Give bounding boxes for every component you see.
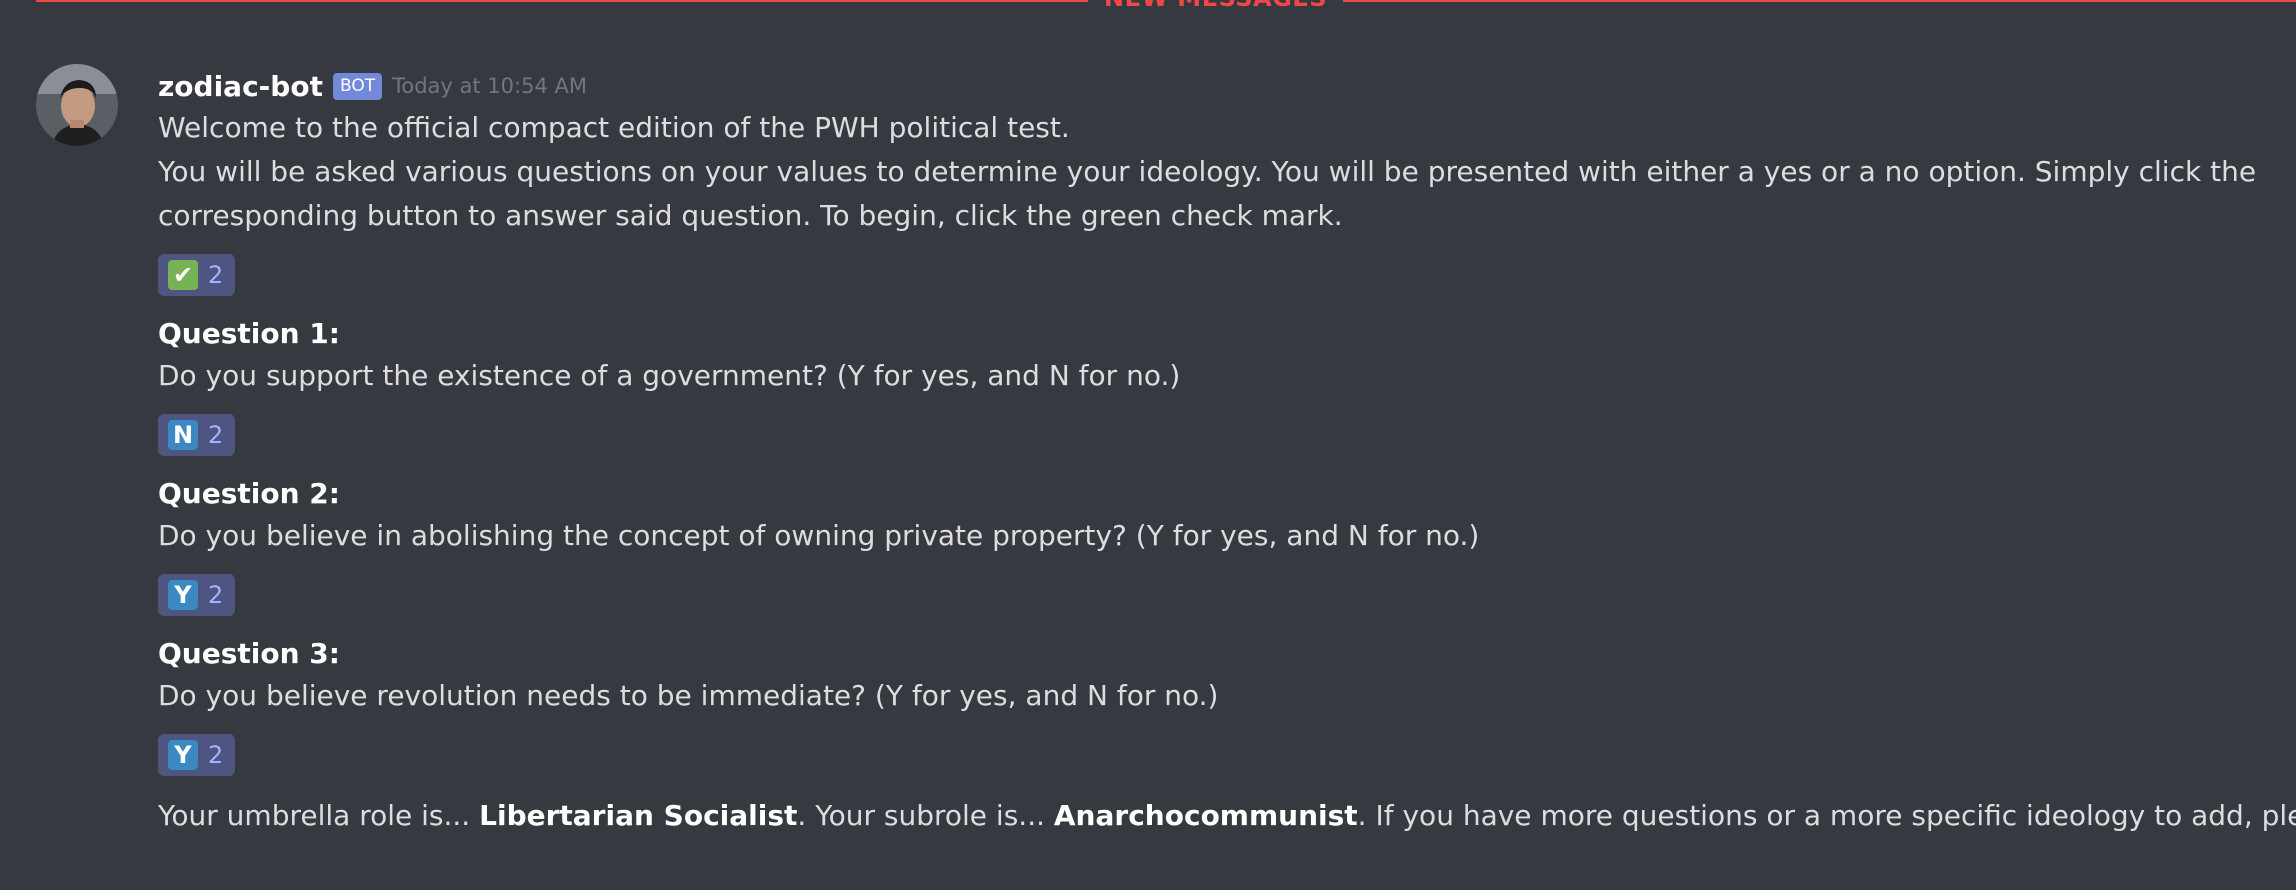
reaction-count: 2: [208, 261, 224, 289]
question-3-title: Question 3:: [158, 637, 340, 670]
result-suffix: . If you have more questions or a more s…: [1357, 799, 2296, 832]
new-messages-label: NEW MESSAGES: [1088, 0, 1344, 12]
author-name[interactable]: zodiac-bot: [158, 70, 323, 103]
intro-line-1: Welcome to the official compact edition …: [158, 111, 1070, 144]
avatar[interactable]: [36, 64, 118, 146]
question-1-title: Question 1:: [158, 317, 340, 350]
question-2-text: Do you believe in abolishing the concept…: [158, 519, 1480, 552]
regional-y-icon: Y: [168, 580, 198, 610]
message-timestamp: Today at 10:54 AM: [392, 74, 587, 98]
check-mark-icon: ✔: [168, 260, 198, 290]
subrole: Anarchocommunist: [1053, 799, 1358, 832]
reaction-y[interactable]: Y 2: [158, 574, 236, 616]
result-text: Your umbrella role is... Libertarian Soc…: [158, 794, 2296, 838]
bot-badge: BOT: [332, 72, 383, 100]
chat-viewport: NEW MESSAGES zodiac-bot BOT Today at 10:…: [0, 0, 2296, 890]
message: zodiac-bot BOT Today at 10:54 AM Welcome…: [158, 66, 2296, 838]
question-2-title: Question 2:: [158, 477, 340, 510]
reaction-count: 2: [208, 741, 224, 769]
question-3-text: Do you believe revolution needs to be im…: [158, 679, 1219, 712]
result-prefix: Your umbrella role is...: [158, 799, 480, 832]
umbrella-role: Libertarian Socialist: [479, 799, 798, 832]
reaction-count: 2: [208, 581, 224, 609]
reaction-n[interactable]: N 2: [158, 414, 236, 456]
regional-n-icon: N: [168, 420, 198, 450]
question-1-text: Do you support the existence of a govern…: [158, 359, 1181, 392]
result-middle: . Your subrole is...: [797, 799, 1054, 832]
message-header: zodiac-bot BOT Today at 10:54 AM: [158, 66, 2278, 106]
reaction-check[interactable]: ✔ 2: [158, 254, 236, 296]
avatar-image: [36, 64, 118, 146]
reaction-y[interactable]: Y 2: [158, 734, 236, 776]
regional-y-icon: Y: [168, 740, 198, 770]
intro-line-2: You will be asked various questions on y…: [158, 155, 2257, 232]
new-messages-divider: NEW MESSAGES: [36, 0, 2296, 12]
reaction-count: 2: [208, 421, 224, 449]
